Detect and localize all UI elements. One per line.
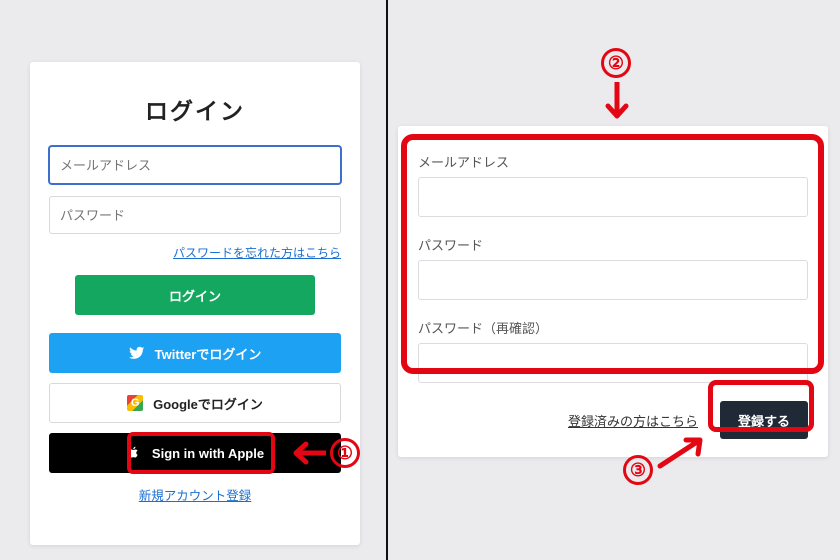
callout-1: ① bbox=[330, 438, 360, 468]
twitter-button-label: Twitterでログイン bbox=[155, 344, 262, 363]
google-icon bbox=[127, 395, 143, 411]
twitter-login-button[interactable]: Twitterでログイン bbox=[49, 333, 341, 373]
forgot-password-link[interactable]: パスワードを忘れた方はこちら bbox=[49, 244, 341, 261]
email-label: メールアドレス bbox=[418, 152, 808, 171]
apple-button-label: Sign in with Apple bbox=[152, 446, 264, 461]
twitter-icon bbox=[129, 345, 145, 361]
callout-2: ② bbox=[601, 48, 631, 78]
apple-login-button[interactable]: Sign in with Apple bbox=[49, 433, 341, 473]
google-button-label: Googleでログイン bbox=[153, 394, 263, 413]
arrow-down-icon bbox=[604, 82, 630, 128]
login-card: ログイン パスワードを忘れた方はこちら ログイン Twitterでログイン Go… bbox=[30, 62, 360, 545]
register-button[interactable]: 登録する bbox=[720, 401, 808, 439]
password-confirm-label: パスワード（再確認） bbox=[418, 318, 808, 337]
new-account-link[interactable]: 新規アカウント登録 bbox=[139, 485, 252, 504]
signup-password-confirm-input[interactable] bbox=[418, 343, 808, 383]
signup-password-input[interactable] bbox=[418, 260, 808, 300]
signup-card: メールアドレス パスワード パスワード（再確認） 登録済みの方はこちら 登録する bbox=[398, 126, 828, 457]
login-button[interactable]: ログイン bbox=[75, 275, 314, 315]
login-button-label: ログイン bbox=[169, 286, 221, 305]
email-input[interactable] bbox=[49, 146, 341, 184]
register-button-label: 登録する bbox=[738, 414, 790, 429]
callout-3: ③ bbox=[623, 455, 653, 485]
apple-icon bbox=[126, 445, 142, 461]
login-title: ログイン bbox=[49, 92, 341, 126]
already-registered-link[interactable]: 登録済みの方はこちら bbox=[568, 411, 698, 430]
signup-email-input[interactable] bbox=[418, 177, 808, 217]
password-input[interactable] bbox=[49, 196, 341, 234]
password-label: パスワード bbox=[418, 235, 808, 254]
google-login-button[interactable]: Googleでログイン bbox=[49, 383, 341, 423]
